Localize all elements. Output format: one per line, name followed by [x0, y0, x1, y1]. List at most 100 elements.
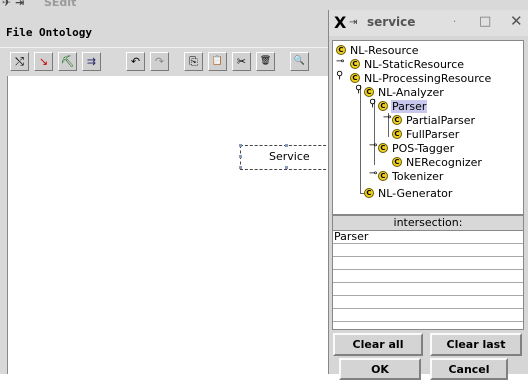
tree-node-tokenizer[interactable]: C Tokenizer — [378, 169, 444, 183]
class-icon: C — [350, 59, 360, 69]
service-node-label: Service — [269, 150, 310, 163]
undo-icon: ↶ — [130, 55, 141, 68]
redo-icon: ↷ — [154, 55, 165, 68]
tree-node-label: Tokenizer — [392, 169, 444, 183]
paste-button[interactable]: 📋 — [208, 52, 227, 71]
x-logo-icon[interactable]: X — [334, 13, 346, 32]
pin-icon[interactable]: ⇥ — [349, 17, 357, 28]
resize-handle[interactable] — [239, 166, 242, 169]
expand-toggle-icon[interactable]: ⊸ — [369, 141, 377, 151]
window-menu-icon[interactable]: ✈ ⇥ — [2, 0, 24, 9]
tree-node-nl-generator[interactable]: C NL-Generator — [364, 186, 453, 200]
select-tool-icon: ↘ — [38, 55, 49, 68]
class-icon: C — [378, 143, 388, 153]
tree-node-fullparser[interactable]: C FullParser — [392, 127, 460, 141]
collapse-toggle-icon[interactable]: ⚲ — [355, 85, 362, 95]
tree-node-label: NL-Resource — [350, 43, 419, 57]
resize-handle[interactable] — [285, 144, 288, 147]
class-icon: C — [350, 73, 360, 83]
main-title-bar: ✈ ⇥ SEdit — [0, 0, 330, 10]
tree-node-nl-resource[interactable]: C NL-Resource — [336, 43, 420, 57]
redo-button[interactable]: ↷ — [150, 52, 169, 71]
class-icon: C — [378, 171, 388, 181]
class-icon: C — [392, 115, 402, 125]
dialog-title: service — [367, 15, 416, 29]
intersection-row-empty[interactable] — [333, 309, 523, 322]
class-icon: C — [364, 87, 374, 97]
zoom-icon: 🔍 — [293, 56, 306, 66]
tree-node-label: NL-StaticResource — [364, 57, 465, 71]
tree-node-label: PartialParser — [406, 113, 475, 127]
brush-tool-icon: ⛏ — [60, 55, 75, 68]
tree-node-nl-analyzer[interactable]: C NL-Analyzer — [364, 85, 445, 99]
copy-button[interactable]: ⎘ — [184, 52, 203, 71]
intersection-row-empty[interactable] — [333, 244, 523, 257]
tree-node-pos-tagger[interactable]: C POS-Tagger — [378, 141, 455, 155]
expand-toggle-icon[interactable]: ⊸ — [383, 113, 391, 123]
menu-file[interactable]: File — [6, 26, 33, 39]
tree-node-nerecognizer[interactable]: C NERecognizer — [392, 155, 483, 169]
tree-node-label: NL-Analyzer — [378, 85, 444, 99]
main-window-title: SEdit — [44, 0, 77, 9]
clear-all-button[interactable]: Clear all — [333, 333, 423, 356]
intersection-row-empty[interactable] — [333, 283, 523, 296]
menu-bar: File Ontology — [0, 26, 340, 42]
class-icon: C — [378, 101, 388, 111]
select-tool-button[interactable]: ↘ — [34, 52, 53, 71]
arrow-tool-button[interactable]: ⇉ — [82, 52, 101, 71]
class-icon: C — [392, 157, 402, 167]
class-icon: C — [364, 188, 374, 198]
expand-toggle-icon[interactable]: ⊸ — [369, 169, 377, 179]
tree-node-nl-staticresource[interactable]: C NL-StaticResource — [350, 57, 465, 71]
tree-node-label: NERecognizer — [406, 155, 482, 169]
undo-button[interactable]: ↶ — [126, 52, 145, 71]
tree-connector — [360, 85, 361, 193]
collapse-toggle-icon[interactable]: ⚲ — [336, 71, 343, 81]
menu-ontology[interactable]: Ontology — [39, 26, 92, 39]
tree-node-label: FullParser — [406, 127, 460, 141]
zoom-button[interactable]: 🔍 — [290, 52, 309, 71]
resize-handle[interactable] — [239, 144, 242, 147]
connect-tool-icon: ⤭ — [15, 55, 24, 68]
minimize-icon[interactable]: □ — [479, 14, 491, 29]
intersection-row[interactable]: Parser — [333, 231, 523, 244]
intersection-row-empty[interactable] — [333, 296, 523, 309]
service-dialog: X ⇥ service · □ ✕ ⊸ ⚲ ⚲ ⚲ ⊸ ⊸ ⊸ C NL-Res… — [328, 10, 528, 380]
close-icon[interactable]: ✕ — [510, 12, 523, 30]
title-separator: · — [453, 17, 457, 28]
collapse-toggle-icon[interactable]: ⚲ — [369, 99, 376, 109]
cut-icon: ✂ — [236, 55, 247, 68]
brush-tool-button[interactable]: ⛏ — [58, 52, 77, 71]
expand-toggle-icon[interactable]: ⊸ — [336, 57, 344, 67]
class-icon: C — [336, 45, 346, 55]
tree-node-label: NL-Generator — [378, 186, 453, 200]
connect-tool-button[interactable]: ⤭ — [10, 52, 29, 71]
tree-node-label: NL-ProcessingResource — [364, 71, 492, 85]
copy-icon: ⎘ — [189, 55, 198, 68]
intersection-row-empty[interactable] — [333, 270, 523, 283]
arrow-tool-icon: ⇉ — [86, 55, 97, 68]
ok-button[interactable]: OK — [339, 358, 421, 380]
tree-node-parser[interactable]: C Parser — [378, 99, 428, 113]
clear-last-button[interactable]: Clear last — [430, 333, 522, 356]
dialog-title-bar[interactable]: X ⇥ service · □ ✕ — [329, 10, 528, 36]
intersection-header: intersection: — [333, 216, 523, 231]
delete-button[interactable]: 🗑 — [256, 52, 275, 71]
ontology-tree[interactable]: ⊸ ⚲ ⚲ ⚲ ⊸ ⊸ ⊸ C NL-Resource C NL-StaticR… — [332, 40, 524, 215]
ontology-canvas[interactable] — [7, 76, 341, 374]
service-node[interactable]: Service — [239, 144, 331, 170]
paste-icon: 📋 — [211, 56, 224, 66]
class-icon: C — [392, 129, 402, 139]
delete-icon: 🗑 — [259, 56, 272, 66]
resize-handle[interactable] — [239, 155, 242, 158]
tree-node-label: POS-Tagger — [392, 141, 455, 155]
resize-handle[interactable] — [285, 166, 288, 169]
tree-node-label: Parser — [391, 99, 428, 113]
cancel-button[interactable]: Cancel — [430, 358, 508, 380]
intersection-row-empty[interactable] — [333, 257, 523, 270]
toolbar: ⤭ ↘ ⛏ ⇉ ↶ ↷ ⎘ 📋 ✂ 🗑 🔍 — [0, 47, 340, 74]
tree-node-nl-processingresource[interactable]: C NL-ProcessingResource — [350, 71, 492, 85]
tree-node-partialparser[interactable]: C PartialParser — [392, 113, 476, 127]
cut-button[interactable]: ✂ — [232, 52, 251, 71]
intersection-table[interactable]: intersection: Parser — [332, 215, 524, 330]
